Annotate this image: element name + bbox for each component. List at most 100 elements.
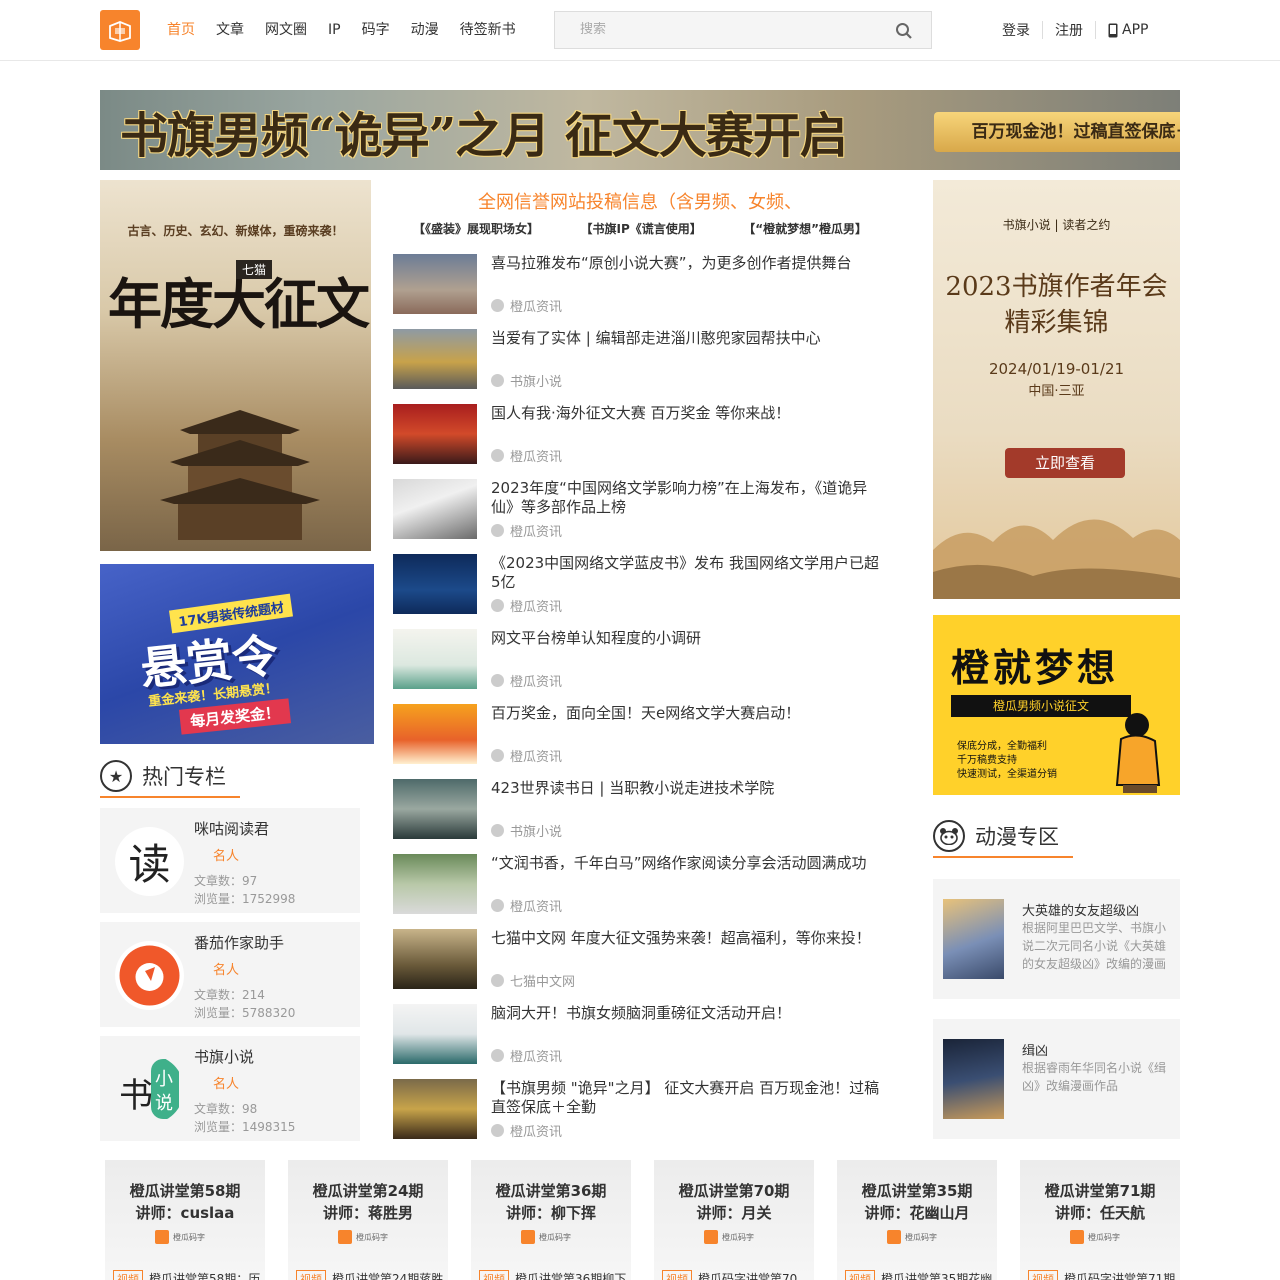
news-item[interactable]: 七猫中文网 年度大征文强势来袭！超高福利，等你来投！ 七猫中文网	[393, 929, 887, 990]
news-title[interactable]: “文润书香，千年白马”网络作家阅读分享会活动圆满成功	[491, 854, 887, 873]
nav-anime[interactable]: 动漫	[411, 20, 439, 40]
dream-contest-poster[interactable]: 橙就梦想 橙瓜男频小说征文 保底分成，全勤福利 千万稿费支持 快速测试，全渠道分…	[933, 615, 1180, 795]
nav-articles[interactable]: 文章	[216, 20, 244, 40]
lecture-card[interactable]: 橙瓜讲堂第24期 讲师：蒋胜男 橙瓜码字 视频 橙瓜讲堂第24期蒋胜	[288, 1160, 448, 1280]
user-icon	[491, 674, 504, 687]
login-link[interactable]: 登录	[1002, 20, 1030, 40]
headline-tag[interactable]: 【《盛装》展现职场女】	[413, 220, 539, 237]
news-source: 橙瓜资讯	[491, 446, 562, 465]
news-item[interactable]: 喜马拉雅发布“原创小说大赛”，为更多创作者提供舞台 橙瓜资讯	[393, 254, 887, 315]
news-thumbnail[interactable]	[393, 479, 477, 539]
lecture-card[interactable]: 橙瓜讲堂第36期 讲师：柳下挥 橙瓜码字 视频 橙瓜讲堂第36期柳下	[471, 1160, 631, 1280]
nav-writing[interactable]: 码字	[362, 20, 390, 40]
logo-icon	[338, 1230, 352, 1244]
news-thumbnail[interactable]	[393, 929, 477, 989]
news-thumbnail[interactable]	[393, 554, 477, 614]
lecture-speaker: 讲师：柳下挥	[505, 1204, 596, 1222]
video-tag: 视频	[296, 1270, 326, 1280]
news-thumbnail[interactable]	[393, 1079, 477, 1139]
news-item[interactable]: 国人有我·海外征文大赛 百万奖金 等你来战！ 橙瓜资讯	[393, 404, 887, 465]
headline-title[interactable]: 全网信誉网站投稿信息（含男频、女频、	[393, 188, 887, 214]
news-thumbnail[interactable]	[393, 329, 477, 389]
comic-name: 缉凶	[1022, 1044, 1049, 1059]
news-title[interactable]: 七猫中文网 年度大征文强势来袭！超高福利，等你来投！	[491, 929, 887, 948]
news-title[interactable]: 国人有我·海外征文大赛 百万奖金 等你来战！	[491, 404, 887, 423]
qimao-contest-poster[interactable]: 古言、历史、玄幻、新媒体，重磅来袭！ 年度大征文 七猫	[100, 180, 371, 551]
lecture-card[interactable]: 橙瓜讲堂第70期 讲师：月关 橙瓜码字 视频 橙瓜码字讲堂第70	[654, 1160, 814, 1280]
news-title[interactable]: 百万奖金，面向全国！天e网络文学大赛启动！	[491, 704, 887, 723]
news-thumbnail[interactable]	[393, 779, 477, 839]
news-source: 书旗小说	[491, 821, 562, 840]
column-card[interactable]: 番茄作家助手 名人 文章数：214 浏览量：5788320	[100, 922, 360, 1027]
news-item[interactable]: 脑洞大开！书旗女频脑洞重磅征文活动开启！ 橙瓜资讯	[393, 1004, 887, 1065]
nav-home[interactable]: 首页	[167, 20, 195, 40]
site-logo[interactable]	[100, 10, 140, 50]
lecture-card[interactable]: 橙瓜讲堂第71期 讲师：任天航 橙瓜码字 视频 橙瓜码字讲堂第71期	[1020, 1160, 1180, 1280]
comic-card[interactable]: 缉凶 根据睿雨年华同名小说《缉凶》改编漫画作品	[933, 1019, 1180, 1139]
lecture-caption-text[interactable]: 橙瓜讲堂第36期柳下	[515, 1270, 626, 1280]
news-title[interactable]: 《2023中国网络文学蓝皮书》发布 我国网络文学用户已超5亿	[491, 554, 887, 592]
headline-tag[interactable]: 【“橙就梦想”橙瓜男】	[743, 220, 867, 237]
hot-columns-title: 热门专栏	[142, 765, 226, 789]
search-input[interactable]	[580, 22, 880, 37]
news-title[interactable]: 当爱有了实体 | 编辑部走进淄川憨兜家园帮扶中心	[491, 329, 887, 348]
view-now-button[interactable]: 立即查看	[1005, 448, 1125, 478]
news-thumbnail[interactable]	[393, 854, 477, 914]
comic-card[interactable]: 大英雄的女友超级凶 根据阿里巴巴文学、书旗小说二次元同名小说《大英雄的女友超级凶…	[933, 879, 1180, 999]
user-icon	[491, 524, 504, 537]
lecture-logo: 橙瓜码字	[155, 1230, 205, 1244]
news-thumbnail[interactable]	[393, 1004, 477, 1064]
search-icon[interactable]	[895, 22, 913, 40]
comic-desc: 根据睿雨年华同名小说《缉凶》改编漫画作品	[1022, 1061, 1167, 1093]
bounty-banner[interactable]: 17K男装传统题材 悬赏令 重金来袭！长期悬赏！ 每月发奖金！	[100, 564, 374, 744]
column-card[interactable]: 读 咪咕阅读君 名人 文章数：97 浏览量：1752998	[100, 808, 360, 913]
view-count: 浏览量：5788320	[194, 1006, 296, 1020]
lecture-caption-text[interactable]: 橙瓜讲堂第24期蒋胜	[332, 1270, 443, 1280]
news-item[interactable]: 423世界读书日 | 当职教小说走进技术学院 书旗小说	[393, 779, 887, 840]
news-item[interactable]: 百万奖金，面向全国！天e网络文学大赛启动！ 橙瓜资讯	[393, 704, 887, 765]
news-source-label: 橙瓜资讯	[510, 1125, 563, 1140]
lecture-issue: 橙瓜讲堂第70期	[678, 1182, 790, 1200]
column-card[interactable]: 书 小 说 书旗小说 名人 文章数：98 浏览量：1498315	[100, 1036, 360, 1141]
poster-place: 中国·三亚	[1028, 384, 1085, 399]
news-item[interactable]: 网文平台榜单认知程度的小调研 橙瓜资讯	[393, 629, 887, 690]
news-title[interactable]: 2023年度“中国网络文学影响力榜”在上海发布，《道诡异仙》等多部作品上榜	[491, 479, 887, 517]
news-item[interactable]: 当爱有了实体 | 编辑部走进淄川憨兜家园帮扶中心 书旗小说	[393, 329, 887, 390]
news-source: 橙瓜资讯	[491, 596, 562, 615]
news-title[interactable]: 脑洞大开！书旗女频脑洞重磅征文活动开启！	[491, 1004, 887, 1023]
news-thumbnail[interactable]	[393, 254, 477, 314]
lecture-caption-text[interactable]: 橙瓜讲堂第58期：历	[149, 1270, 260, 1280]
lecture-card[interactable]: 橙瓜讲堂第58期 讲师：cuslaa 橙瓜码字 视频 橙瓜讲堂第58期：历	[105, 1160, 265, 1280]
user-icon	[491, 899, 504, 912]
annual-meeting-poster[interactable]: 书旗小说 | 读者之约 2023书旗作者年会 精彩集锦 2024/01/19-0…	[933, 180, 1180, 599]
headline-tag[interactable]: 【书旗IP《谎言使用】	[580, 220, 701, 237]
register-link[interactable]: 注册	[1055, 20, 1083, 40]
news-item[interactable]: 2023年度“中国网络文学影响力榜”在上海发布，《道诡异仙》等多部作品上榜 橙瓜资…	[393, 479, 887, 540]
news-title[interactable]: 网文平台榜单认知程度的小调研	[491, 629, 887, 648]
news-item[interactable]: 《2023中国网络文学蓝皮书》发布 我国网络文学用户已超5亿橙瓜资讯	[393, 554, 887, 615]
contest-banner[interactable]: 书旗男频“诡异”之月 征文大赛开启 百万现金池！过稿直签保底＋全勤	[100, 90, 1180, 170]
lecture-card[interactable]: 橙瓜讲堂第35期 讲师：花幽山月 橙瓜码字 视频 橙瓜讲堂第35期花幽	[837, 1160, 997, 1280]
news-source-label: 橙瓜资讯	[510, 450, 563, 465]
news-source-label: 七猫中文网	[510, 975, 576, 990]
news-item[interactable]: 【书旗男频 "诡异"之月】 征文大赛开启 百万现金池！过稿直签保底＋全勤橙瓜资讯	[393, 1079, 887, 1140]
column-name: 咪咕阅读君	[194, 820, 270, 838]
nav-webnovel-circle[interactable]: 网文圈	[265, 20, 307, 40]
banner-pill: 百万现金池！过稿直签保底＋全勤	[934, 112, 1180, 152]
panda-icon	[933, 820, 965, 852]
news-title[interactable]: 423世界读书日 | 当职教小说走进技术学院	[491, 779, 887, 798]
news-title[interactable]: 【书旗男频 "诡异"之月】 征文大赛开启 百万现金池！过稿直签保底＋全勤	[491, 1079, 887, 1117]
lecture-caption-text[interactable]: 橙瓜码字讲堂第70	[698, 1270, 797, 1280]
news-item[interactable]: “文润书香，千年白马”网络作家阅读分享会活动圆满成功 橙瓜资讯	[393, 854, 887, 915]
news-thumbnail[interactable]	[393, 404, 477, 464]
lecture-caption-text[interactable]: 橙瓜码字讲堂第71期	[1064, 1270, 1175, 1280]
app-link[interactable]: APP	[1108, 22, 1148, 38]
news-source: 橙瓜资讯	[491, 296, 562, 315]
nav-ip[interactable]: IP	[328, 20, 341, 40]
news-title[interactable]: 喜马拉雅发布“原创小说大赛”，为更多创作者提供舞台	[491, 254, 887, 273]
news-thumbnail[interactable]	[393, 704, 477, 764]
news-thumbnail[interactable]	[393, 629, 477, 689]
lecture-caption-text[interactable]: 橙瓜讲堂第35期花幽	[881, 1270, 992, 1280]
video-tag: 视频	[662, 1270, 692, 1280]
nav-new-books[interactable]: 待签新书	[460, 20, 516, 40]
